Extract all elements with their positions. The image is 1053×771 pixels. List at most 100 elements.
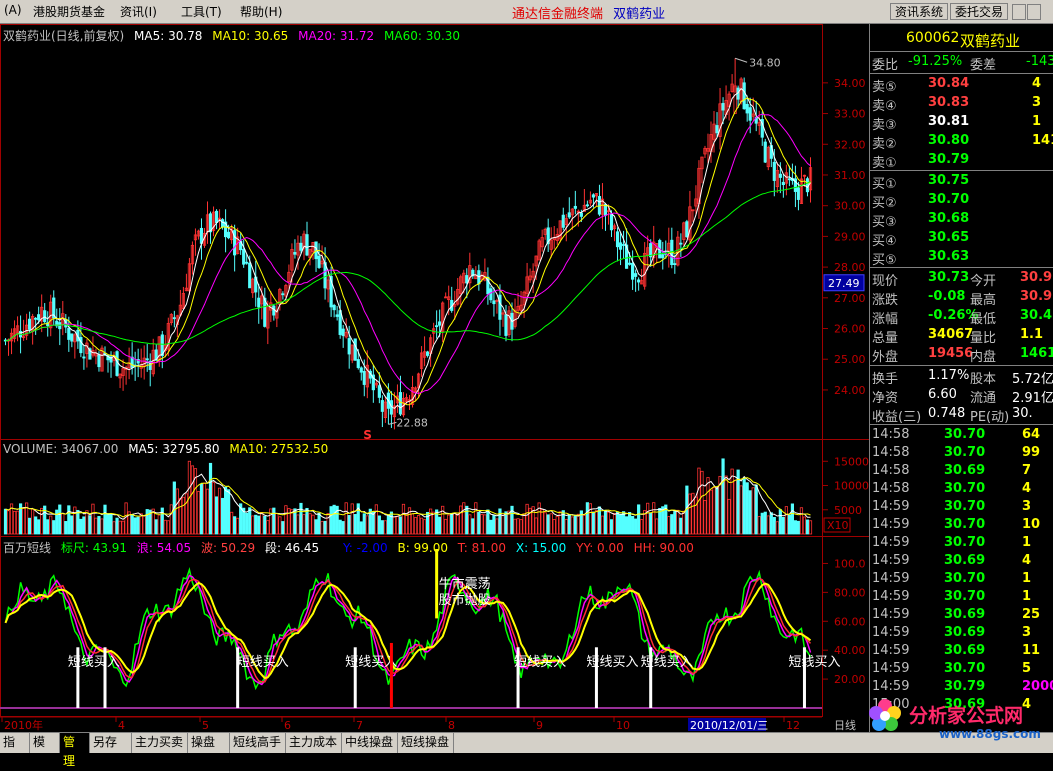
- volume-bar: [145, 509, 149, 535]
- candle-body: [332, 304, 336, 311]
- tab-1[interactable]: 模板: [30, 733, 60, 768]
- volume-bar: [389, 511, 394, 535]
- volume-bar: [130, 514, 134, 535]
- tick-volume: 7: [1022, 463, 1032, 478]
- quote-stat-row: 外盘 19456 内盘 1461: [872, 345, 1053, 365]
- tab-3[interactable]: 另存为: [90, 733, 132, 768]
- ma10-line: [5, 97, 811, 406]
- volume-bar: [175, 488, 179, 535]
- volume-bar: [46, 519, 50, 535]
- tab-8[interactable]: 中线操盘: [342, 733, 398, 753]
- volume-bar: [64, 521, 68, 535]
- volume-bar: [34, 516, 38, 535]
- candle-body: [257, 297, 261, 308]
- menu-item-info[interactable]: 资讯(I): [120, 3, 157, 20]
- info-system-button[interactable]: 资讯系统: [890, 3, 949, 20]
- high-label: 34.80: [749, 56, 781, 69]
- volume-bar: [52, 520, 56, 535]
- kline-chart[interactable]: 34.00 33.00 32.00 31.00 30.00 29.00 28.00 27.00…: [0, 24, 869, 732]
- ask-row: 卖③ 30.81 1: [872, 113, 1053, 133]
- site-watermark: 分析家公式网 www.88gs.com: [853, 694, 1053, 742]
- ask-label: 卖⑤: [872, 80, 897, 95]
- bid-row: 买③ 30.68: [872, 210, 1053, 230]
- volume-bar: [410, 513, 415, 535]
- tab-0[interactable]: 指标: [0, 733, 30, 768]
- tab-7[interactable]: 主力成本: [286, 733, 342, 753]
- bid-price: 30.68: [928, 211, 970, 226]
- candle-body: [778, 173, 782, 178]
- stat-label: 内盘: [970, 350, 997, 365]
- volume-ma10: MA10: 27532.50: [229, 442, 329, 456]
- volume-bar: [386, 514, 391, 535]
- volume-bar: [603, 509, 608, 535]
- volume-bar: [272, 507, 276, 535]
- quote-stat-row: 涨跌 -0.08 最高 30.9: [872, 288, 1053, 308]
- volume-bar: [344, 502, 348, 535]
- bid-row: 买② 30.70: [872, 191, 1053, 211]
- buy-signal-label: 短线买入: [641, 655, 693, 670]
- chart-area[interactable]: 34.00 33.00 32.00 31.00 30.00 29.00 28.00 27.00…: [0, 24, 869, 732]
- fund-value: 0.748: [928, 406, 966, 421]
- restore-icon[interactable]: [1027, 4, 1041, 20]
- fund-value: 5.72亿: [1012, 372, 1053, 387]
- ask-label: 卖③: [872, 118, 897, 133]
- volume-bar: [781, 516, 785, 535]
- indicator-pane-title: 百万短线 标尺: 43.91 浪: 54.05 波: 50.29 段: 46.4…: [3, 539, 700, 556]
- tab-9[interactable]: 短线操盘: [398, 733, 454, 753]
- volume-bar: [214, 496, 219, 535]
- tick-volume: 5: [1022, 661, 1032, 676]
- volume-bar: [667, 516, 671, 535]
- volume-bar: [317, 512, 321, 535]
- volume-bar: [251, 515, 255, 535]
- tick-row: 14:59 30.69 25: [872, 606, 1053, 624]
- candle-body: [745, 103, 749, 114]
- candle-body: [504, 314, 508, 336]
- volume-bar: [100, 518, 104, 535]
- candle-body: [335, 314, 339, 317]
- tab-4[interactable]: 主力买卖: [132, 733, 188, 753]
- volume-bar: [6, 510, 11, 535]
- tab-2[interactable]: 管理: [60, 733, 90, 768]
- volume-unit-label: X10: [827, 519, 849, 532]
- weibi-row: 委比 -91.25% 委差 -143: [872, 53, 1053, 73]
- indicator-axis-label: 60.00: [834, 615, 866, 628]
- tab-6[interactable]: 短线高手: [230, 733, 286, 753]
- stat-value: -0.08: [928, 289, 966, 304]
- volume-bar: [516, 518, 520, 535]
- tab-5[interactable]: 操盘手: [188, 733, 230, 768]
- tick-price: 30.69: [944, 607, 986, 622]
- candle-body: [220, 219, 225, 228]
- tick-time: 14:59: [872, 625, 910, 640]
- volume-bar: [627, 512, 632, 535]
- ask-volume: 4: [1032, 76, 1042, 91]
- tick-volume: 11: [1022, 643, 1041, 658]
- volume-bar: [305, 507, 309, 535]
- volume-bar: [248, 507, 252, 535]
- menu-item-a[interactable]: (A): [4, 3, 22, 17]
- volume-bar: [631, 515, 635, 535]
- trade-button[interactable]: 委托交易: [950, 3, 1009, 20]
- tick-row: 14:59 30.69 11: [872, 642, 1053, 660]
- menu-item-hk-futures[interactable]: 港股期货基金: [33, 3, 105, 20]
- candle-body: [763, 141, 767, 163]
- volume-bar: [91, 503, 95, 535]
- volume-bar: [413, 517, 418, 535]
- candle-body: [489, 288, 493, 301]
- candle-body: [585, 204, 589, 207]
- minimize-icon[interactable]: [1012, 4, 1026, 20]
- tick-volume: 3: [1022, 499, 1032, 514]
- indicator-param: 浪: 54.05: [136, 541, 192, 555]
- candle-body: [679, 242, 683, 245]
- fund-label: 收益(三): [872, 410, 922, 425]
- current-price-tag-label: 27.49: [828, 277, 860, 290]
- volume-bar: [416, 515, 421, 535]
- volume-bar: [28, 517, 32, 535]
- volume-bar: [450, 512, 454, 535]
- candle-body: [353, 338, 357, 361]
- volume-bar: [640, 519, 644, 535]
- volume-bar: [793, 520, 798, 535]
- red-signal-bar: [389, 642, 393, 708]
- menu-item-help[interactable]: 帮助(H): [240, 3, 282, 20]
- menu-item-tools[interactable]: 工具(T): [181, 3, 222, 20]
- volume-bar: [374, 504, 378, 535]
